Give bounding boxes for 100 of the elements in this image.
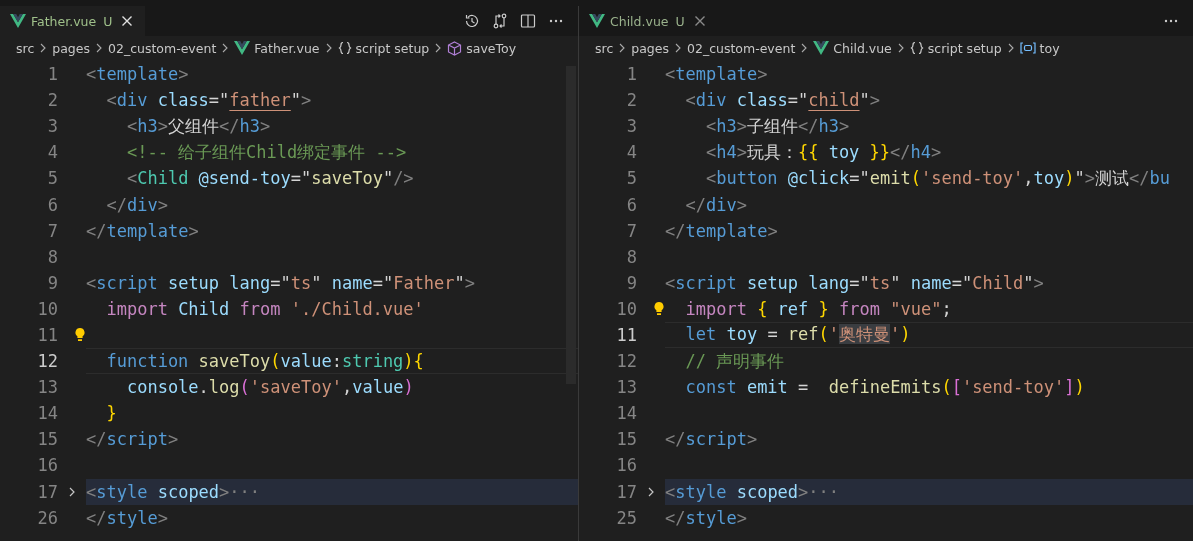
- line-number: 11: [615, 325, 637, 345]
- chevron-icon: [39, 43, 48, 53]
- code-line: <h3>父组件</h3>: [125, 114, 271, 138]
- code-line: </style>: [86, 507, 168, 528]
- code-line: <h3>子组件</h3>: [704, 114, 850, 138]
- code-line: console.log('saveToy',value): [125, 377, 414, 398]
- line-number: 10: [615, 298, 637, 319]
- lightbulb-icon[interactable]: [74, 327, 86, 342]
- line-number: 2: [625, 90, 637, 111]
- line-number: 5: [625, 168, 637, 189]
- breadcrumb-item[interactable]: toy: [1019, 40, 1060, 56]
- breadcrumb-item[interactable]: Father.vue: [234, 40, 320, 56]
- line-number: 13: [615, 377, 637, 398]
- line-number: 12: [615, 351, 637, 372]
- code-line: </style>: [665, 507, 747, 528]
- fold-chevron-icon[interactable]: [67, 485, 77, 498]
- code-line: </script>: [86, 429, 179, 450]
- history-icon[interactable]: [464, 13, 480, 29]
- code-line: </template>: [86, 220, 199, 241]
- code-line: const emit = defineEmits(['send-toy']): [684, 377, 1085, 398]
- line-number: 10: [36, 298, 58, 319]
- breadcrumb-item[interactable]: src: [16, 40, 35, 56]
- braces-icon: [909, 41, 924, 55]
- line-number: 16: [615, 455, 637, 476]
- code-line: <!-- 给子组件Child绑定事件 -->: [125, 140, 407, 164]
- code-line: </div>: [684, 194, 747, 215]
- vue-logo-icon: [589, 14, 605, 28]
- code-line: }: [105, 403, 117, 424]
- line-number: 6: [46, 194, 58, 215]
- breadcrumb-item[interactable]: saveToy: [447, 40, 517, 56]
- chevron-icon: [896, 43, 905, 53]
- code-line: </template>: [665, 220, 778, 241]
- line-number: 25: [615, 507, 637, 528]
- code-line: </div>: [105, 194, 168, 215]
- breadcrumb-item[interactable]: 02_custom-event: [687, 40, 796, 56]
- chevron-icon: [674, 43, 682, 53]
- code-line: // 声明事件: [684, 349, 785, 373]
- variable-icon: [1019, 41, 1036, 55]
- code-line: import { ref } from "vue";: [684, 298, 952, 319]
- vue-logo-icon: [10, 14, 26, 28]
- chevron-icon: [434, 43, 443, 53]
- breadcrumb-item[interactable]: Child.vue: [813, 40, 892, 56]
- lightbulb-icon[interactable]: [653, 300, 665, 316]
- line-number: 7: [46, 220, 58, 241]
- cube-icon: [447, 40, 463, 56]
- breadcrumb-item[interactable]: script setup: [909, 40, 1002, 56]
- chevron-icon: [324, 43, 333, 53]
- git-status: U: [675, 13, 685, 29]
- line-number: 14: [615, 403, 637, 424]
- line-number: 4: [625, 142, 637, 163]
- compare-changes-icon[interactable]: [492, 13, 508, 29]
- breadcrumb-item[interactable]: script setup: [337, 40, 430, 56]
- code-line: <style scoped>···: [86, 481, 261, 502]
- code-line: function saveToy(value:string){: [105, 351, 424, 372]
- vue-logo-icon: [234, 41, 251, 55]
- code-line: <Child @send-toy="saveToy"/>: [125, 168, 414, 189]
- code-line: <style scoped>···: [665, 481, 840, 502]
- vue-logo-icon: [813, 41, 830, 55]
- line-number: 16: [36, 455, 58, 476]
- line-number: 15: [36, 429, 58, 450]
- code-line: <script setup lang="ts" name="Child">: [665, 272, 1044, 293]
- line-number: 14: [36, 403, 58, 424]
- line-number: 3: [625, 116, 637, 137]
- code-line: <template>: [86, 64, 189, 85]
- line-number: 2: [46, 90, 58, 111]
- chevron-icon: [618, 43, 627, 53]
- chevron-icon: [95, 43, 103, 53]
- split-editor-icon[interactable]: [520, 13, 536, 29]
- line-number: 9: [625, 272, 637, 293]
- breadcrumb-item[interactable]: pages: [52, 40, 90, 56]
- chevron-icon: [800, 43, 809, 53]
- code-line: <script setup lang="ts" name="Father">: [86, 272, 476, 293]
- line-number: 17: [615, 481, 637, 502]
- code-line: <div class="child">: [684, 90, 881, 111]
- line-number: 3: [46, 116, 58, 137]
- breadcrumb-item[interactable]: 02_custom-event: [108, 40, 217, 56]
- breadcrumb-item[interactable]: pages: [631, 40, 669, 56]
- line-number: 9: [46, 272, 58, 293]
- code-line: let toy = ref('奥特曼'): [684, 323, 911, 347]
- line-number: 5: [46, 168, 58, 189]
- code-line: import Child from './Child.vue': [105, 298, 424, 319]
- line-number: 1: [625, 64, 637, 85]
- line-number: 13: [36, 377, 58, 398]
- editor-tab[interactable]: Father.vue U: [0, 6, 146, 36]
- line-number: 6: [625, 194, 637, 215]
- line-number: 8: [46, 246, 58, 267]
- chevron-icon: [221, 43, 230, 53]
- chevron-icon: [1006, 43, 1015, 53]
- line-number: 8: [625, 246, 637, 267]
- line-number: 12: [36, 351, 58, 372]
- code-line: <template>: [665, 64, 768, 85]
- code-line: <button @click="emit('send-toy',toy)">测试</bu: [704, 166, 1170, 190]
- code-line: <h4>玩具：{{ toy }}</h4>: [704, 140, 942, 164]
- line-number: 11: [36, 325, 58, 345]
- close-icon[interactable]: [693, 15, 706, 27]
- line-number: 1: [46, 64, 58, 85]
- braces-icon: [337, 41, 352, 55]
- line-number: 4: [46, 142, 58, 163]
- breadcrumb-item[interactable]: src: [595, 40, 614, 56]
- fold-chevron-icon[interactable]: [646, 485, 656, 498]
